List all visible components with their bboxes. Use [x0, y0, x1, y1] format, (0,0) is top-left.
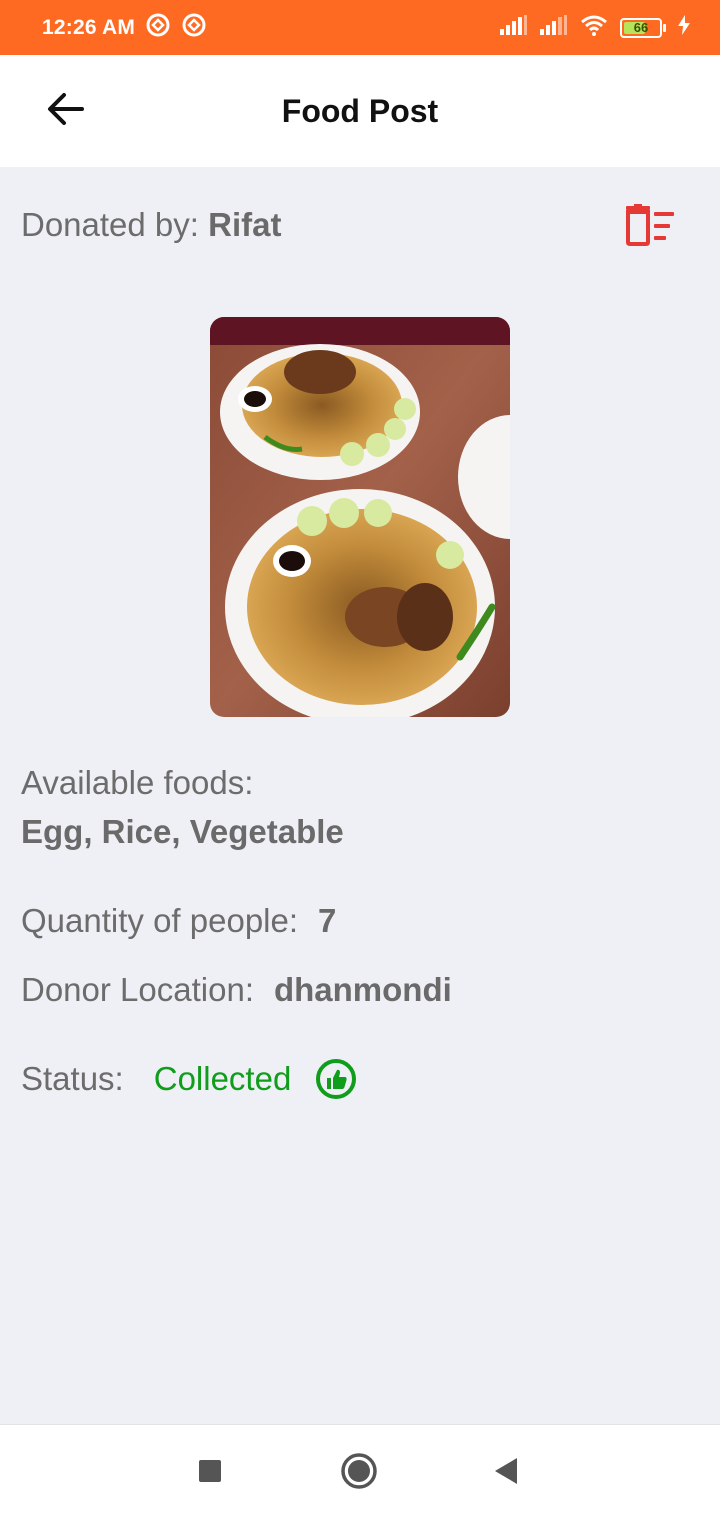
signal-icon	[540, 15, 568, 40]
available-foods-value: Egg, Rice, Vegetable	[21, 813, 344, 850]
back-triangle-icon	[493, 1457, 519, 1490]
charging-icon	[678, 15, 690, 40]
food-photo	[210, 317, 510, 717]
battery-body: 66	[620, 17, 662, 38]
thumbs-up-icon	[315, 1058, 357, 1100]
quantity-value: 7	[318, 902, 337, 939]
back-button[interactable]	[40, 85, 92, 137]
status-value: Collected	[153, 1060, 292, 1097]
location-row: Donor Location: dhanmondi	[21, 971, 452, 1009]
status-left: 12:26 AM	[42, 12, 207, 43]
sync-icon	[145, 12, 171, 43]
available-foods-label: Available foods:	[21, 764, 254, 801]
status-bar: 12:26 AM 66	[0, 0, 720, 55]
back-nav-button[interactable]	[482, 1449, 530, 1497]
battery-level: 66	[633, 20, 649, 35]
page-title: Food Post	[281, 92, 439, 129]
quantity-label: Quantity of people:	[21, 902, 299, 939]
delete-post-button[interactable]	[622, 203, 680, 251]
location-value: dhanmondi	[273, 971, 452, 1008]
battery-tip	[663, 23, 666, 32]
arrow-left-icon	[46, 91, 86, 132]
recents-square-icon	[198, 1459, 222, 1488]
status-label: Status:	[21, 1060, 124, 1097]
food-photo-illustration	[210, 317, 510, 717]
system-nav-bar	[0, 1424, 720, 1520]
app-bar: Food Post	[0, 55, 720, 167]
donated-by-row: Donated by: Rifat	[21, 206, 281, 244]
donated-by-label: Donated by:	[21, 206, 199, 243]
signal-icon	[500, 15, 528, 40]
home-circle-icon	[340, 1452, 378, 1495]
status-row: Status: Collected	[21, 1058, 357, 1100]
quantity-row: Quantity of people: 7	[21, 902, 336, 940]
location-label: Donor Location:	[21, 971, 254, 1008]
sync-icon	[181, 12, 207, 43]
recents-button[interactable]	[186, 1449, 234, 1497]
donor-name: Rifat	[208, 206, 282, 243]
delete-list-icon	[624, 203, 678, 251]
battery-icon: 66	[620, 17, 666, 38]
status-time: 12:26 AM	[42, 15, 136, 39]
home-button[interactable]	[335, 1449, 383, 1497]
wifi-icon	[580, 14, 608, 41]
status-right: 66	[500, 14, 690, 41]
